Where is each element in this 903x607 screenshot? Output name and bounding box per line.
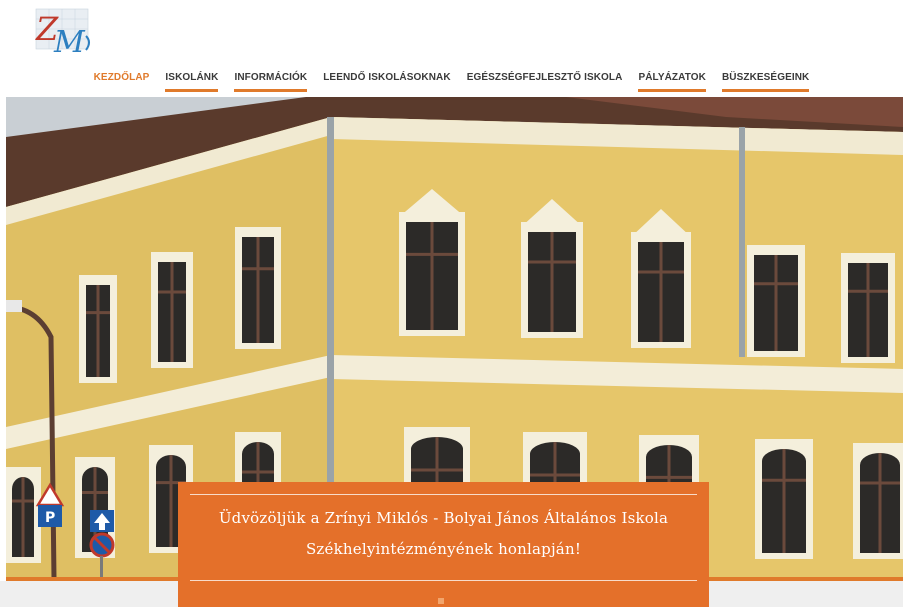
nav-item-palyazatok[interactable]: PÁLYÁZATOK <box>638 66 706 92</box>
nav-item-egeszsegfejleszto-iskola[interactable]: EGÉSZSÉGFEJLESZTŐ ISKOLA <box>467 66 623 92</box>
nav-item-kezdolap[interactable]: KEZDŐLAP <box>94 66 150 92</box>
nav-item-leendo-iskolasoknak[interactable]: LEENDŐ ISKOLÁSOKNAK <box>323 66 450 92</box>
nav-item-iskolank[interactable]: ISKOLÁNK <box>165 66 219 92</box>
banner-top-rule <box>190 494 697 495</box>
nav-item-buszkesegeink[interactable]: BÜSZKESÉGEINK <box>721 66 810 92</box>
welcome-text: Üdvözöljük a Zrínyi Miklós - Bolyai Jáno… <box>178 503 709 565</box>
nav-item-informaciok[interactable]: INFORMÁCIÓK <box>234 66 307 92</box>
svg-text:P: P <box>45 510 55 526</box>
welcome-line-1: Üdvözöljük a Zrínyi Miklós - Bolyai Jáno… <box>218 509 669 527</box>
site-logo[interactable]: Z M <box>30 6 100 60</box>
welcome-banner: Üdvözöljük a Zrínyi Miklós - Bolyai Jáno… <box>178 482 709 607</box>
welcome-line-2: Székhelyintézményének honlapján! <box>305 540 582 558</box>
main-nav: KEZDŐLAP ISKOLÁNK INFORMÁCIÓK LEENDŐ ISK… <box>0 66 903 98</box>
slider-dot[interactable] <box>438 598 444 604</box>
logo-letter-m: M <box>53 25 86 58</box>
banner-bottom-rule <box>190 580 697 581</box>
